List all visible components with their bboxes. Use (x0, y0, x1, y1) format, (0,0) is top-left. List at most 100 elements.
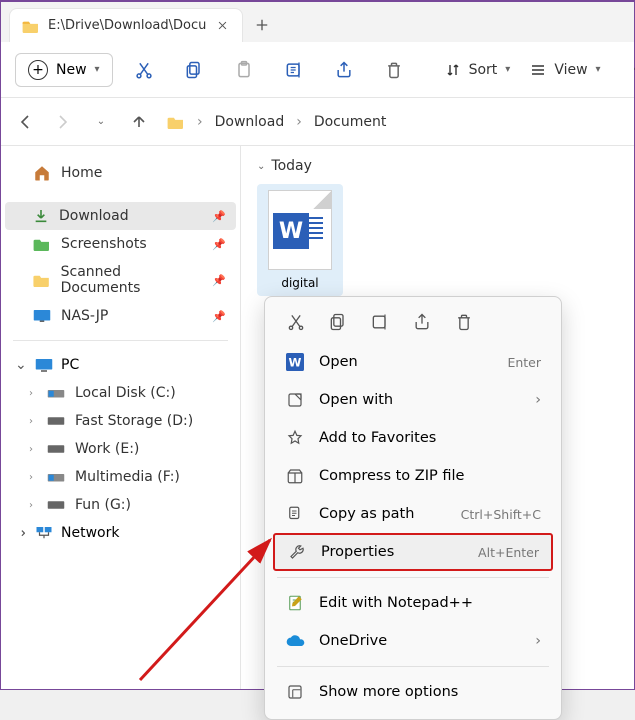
ctx-open-with[interactable]: Open with › (269, 381, 557, 419)
download-icon (33, 208, 49, 224)
zip-icon (285, 466, 305, 486)
sidebar-drive-e[interactable]: › Work (E:) (21, 435, 236, 463)
chevron-right-icon: › (29, 472, 33, 483)
tab-current[interactable]: E:\Drive\Download\Docu (9, 8, 243, 42)
sidebar-home-label: Home (61, 165, 102, 181)
cloud-icon (285, 631, 305, 651)
new-button[interactable]: + New ▾ (15, 53, 113, 87)
nav-row: ⌄ › Download › Document (1, 98, 634, 146)
forward-button[interactable] (53, 112, 73, 132)
notepad-icon (285, 593, 305, 613)
toolbar: + New ▾ Sort ▾ View ▾ ··· (1, 42, 634, 98)
more-icon (285, 682, 305, 702)
delete-icon[interactable] (453, 311, 475, 333)
ctx-copy-path[interactable]: Copy as path Ctrl+Shift+C (269, 495, 557, 533)
sort-icon (445, 62, 461, 78)
drive-icon (47, 415, 65, 427)
sidebar-divider (13, 340, 228, 341)
ctx-divider (277, 666, 549, 667)
sort-button[interactable]: Sort ▾ (445, 62, 511, 78)
cut-icon[interactable] (285, 311, 307, 333)
sidebar-item-download[interactable]: Download 📌 (5, 202, 236, 230)
breadcrumb[interactable]: › Download › Document (167, 114, 386, 130)
ctx-divider (277, 577, 549, 578)
sidebar-item-nas[interactable]: NAS-JP 📌 (5, 302, 236, 330)
sidebar-item-label: Fun (G:) (75, 497, 131, 513)
chevron-down-icon: ▾ (95, 64, 100, 75)
sidebar-item-label: Local Disk (C:) (75, 385, 176, 401)
sidebar-item-label: Multimedia (F:) (75, 469, 180, 485)
folder-icon (33, 237, 51, 251)
delete-icon[interactable] (383, 59, 405, 81)
chevron-right-icon: ⌄ (13, 527, 29, 539)
back-button[interactable] (15, 112, 35, 132)
folder-icon (167, 115, 185, 129)
chevron-down-icon: ▾ (505, 64, 510, 75)
chevron-right-icon: › (535, 392, 541, 408)
sidebar-network-header[interactable]: ⌄ Network (5, 519, 236, 547)
new-tab-button[interactable] (245, 8, 279, 42)
sidebar-item-label: Fast Storage (D:) (75, 413, 193, 429)
group-header[interactable]: ⌄ Today (257, 158, 618, 174)
monitor-icon (33, 309, 51, 323)
sidebar-item-screenshots[interactable]: Screenshots 📌 (5, 230, 236, 258)
ctx-properties[interactable]: Properties Alt+Enter (273, 533, 553, 571)
ctx-more-options[interactable]: Show more options (269, 673, 557, 711)
ctx-toolbar (269, 305, 557, 343)
copy-icon[interactable] (327, 311, 349, 333)
rename-icon[interactable] (369, 311, 391, 333)
pin-icon: 📌 (212, 274, 226, 287)
sidebar: Home Download 📌 Screenshots 📌 Scanned Do… (1, 146, 241, 689)
sidebar-network-label: Network (61, 525, 119, 541)
sidebar-drive-f[interactable]: › Multimedia (F:) (21, 463, 236, 491)
word-icon: W (285, 352, 305, 372)
sidebar-item-label: Scanned Documents (61, 264, 203, 296)
rename-icon[interactable] (283, 59, 305, 81)
view-icon (530, 62, 546, 78)
file-label: digital (281, 276, 318, 290)
ctx-shortcut: Alt+Enter (478, 545, 539, 560)
ctx-onedrive[interactable]: OneDrive › (269, 622, 557, 660)
chevron-down-icon: ⌄ (15, 357, 27, 373)
folder-icon (22, 19, 40, 33)
sidebar-drive-g[interactable]: ›Fun (G:) (21, 491, 236, 519)
share-icon[interactable] (333, 59, 355, 81)
home-icon (33, 164, 51, 182)
close-tab-button[interactable] (214, 18, 230, 34)
breadcrumb-part[interactable]: Download (215, 114, 285, 130)
paste-icon[interactable] (233, 59, 255, 81)
svg-text:W: W (289, 356, 302, 370)
ctx-favorites[interactable]: Add to Favorites (269, 419, 557, 457)
ctx-notepad[interactable]: Edit with Notepad++ (269, 584, 557, 622)
recent-button[interactable]: ⌄ (91, 112, 111, 132)
view-button[interactable]: View ▾ (530, 62, 600, 78)
ctx-label: OneDrive (319, 633, 387, 649)
breadcrumb-part[interactable]: Document (314, 114, 387, 130)
sidebar-item-label: Work (E:) (75, 441, 139, 457)
copypath-icon (285, 504, 305, 524)
share-icon[interactable] (411, 311, 433, 333)
sidebar-pc-header[interactable]: ⌄ PC (5, 351, 236, 379)
cut-icon[interactable] (133, 59, 155, 81)
sidebar-home[interactable]: Home (5, 158, 236, 188)
ctx-open[interactable]: W Open Enter (269, 343, 557, 381)
plus-icon: + (28, 60, 48, 80)
ctx-shortcut: Ctrl+Shift+C (461, 507, 541, 522)
copy-icon[interactable] (183, 59, 205, 81)
sidebar-pc-label: PC (61, 357, 79, 373)
file-item[interactable]: W digital (257, 184, 343, 296)
wrench-icon (287, 542, 307, 562)
sidebar-drive-c[interactable]: › Local Disk (C:) (21, 379, 236, 407)
chevron-right-icon: › (29, 444, 33, 455)
network-icon (35, 525, 53, 541)
sidebar-item-scanned[interactable]: Scanned Documents 📌 (5, 258, 236, 302)
chevron-right-icon: › (29, 388, 33, 399)
up-button[interactable] (129, 112, 149, 132)
sidebar-drive-d[interactable]: ›Fast Storage (D:) (21, 407, 236, 435)
breadcrumb-sep: › (296, 114, 302, 130)
openwith-icon (285, 390, 305, 410)
sidebar-drives: ›Local Disk (C:) ›Fast Storage (D:) ›Wor… (5, 379, 236, 519)
sidebar-item-label: NAS-JP (61, 308, 108, 324)
ctx-label: Copy as path (319, 506, 414, 522)
ctx-zip[interactable]: Compress to ZIP file (269, 457, 557, 495)
